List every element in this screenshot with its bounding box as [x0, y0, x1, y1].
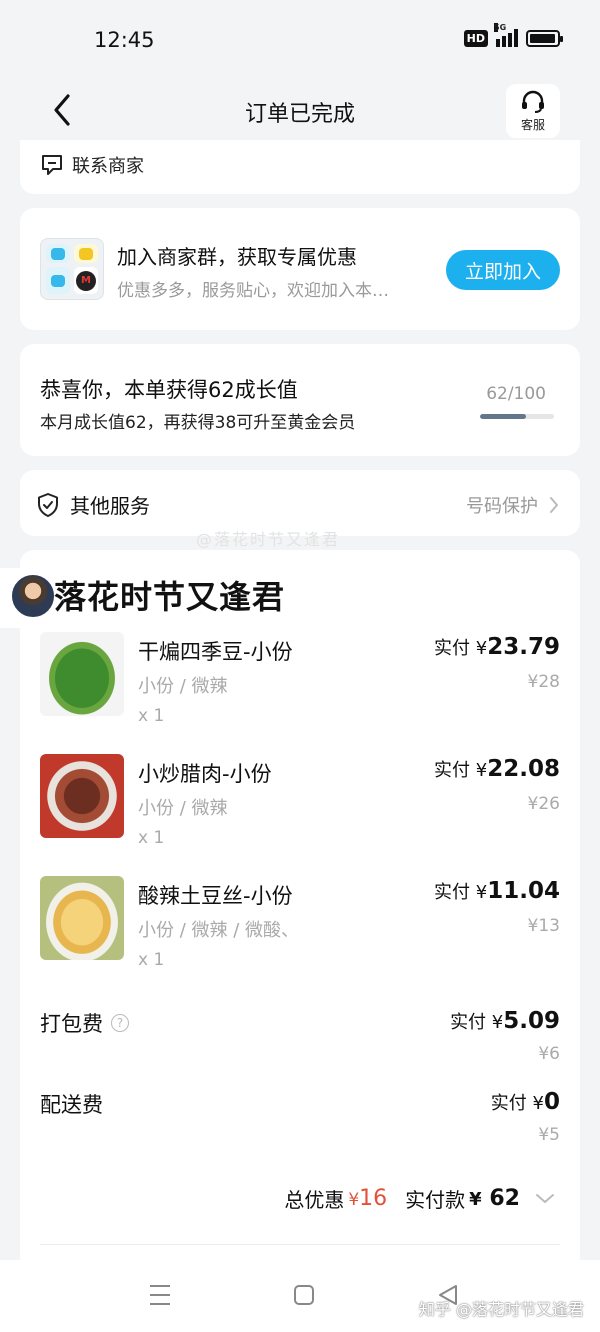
shield-check-icon — [38, 492, 58, 517]
divider — [40, 1244, 560, 1245]
item-original-price: ¥13 — [527, 916, 560, 936]
growth-progress-bar — [480, 414, 554, 419]
item-original-price: ¥26 — [527, 794, 560, 814]
status-bar: 12:45 HD 5G — [0, 0, 600, 80]
other-service-left: 其他服务 — [36, 490, 150, 519]
headset-icon — [522, 90, 544, 113]
contact-merchant-button[interactable]: 联系商家 — [40, 152, 144, 178]
contact-merchant-card: 联系商家 — [20, 140, 580, 194]
item-spec: 小份 / 微辣 — [138, 676, 228, 697]
item-name: 干煸四季豆-小份 — [138, 640, 293, 664]
chat-icon — [42, 155, 62, 175]
item-paid-price: 实付 ¥11.04 — [434, 878, 560, 904]
fee-label: 打包费 ? — [40, 1008, 129, 1038]
customer-service-button[interactable]: 客服 — [506, 84, 560, 138]
order-total-row[interactable]: 总优惠 ¥16 实付款 ¥ 62 — [284, 1184, 556, 1213]
item-quantity: x 1 — [138, 950, 165, 970]
battery-icon — [526, 29, 563, 47]
join-group-button[interactable]: 立即加入 — [446, 250, 560, 290]
item-paid-price: 实付 ¥22.08 — [434, 756, 560, 782]
fee-original-price: ¥6 — [538, 1044, 560, 1064]
author-avatar — [10, 573, 56, 619]
number-protection-label: 号码保护 — [466, 496, 538, 517]
packaging-fee-row: 打包费 ? 实付 ¥5.09 ¥6 — [40, 1008, 560, 1078]
contact-merchant-label: 联系商家 — [72, 156, 144, 177]
home-icon[interactable] — [292, 1282, 316, 1308]
help-icon[interactable]: ? — [111, 1014, 129, 1032]
menu-icon[interactable] — [148, 1282, 172, 1308]
growth-subtitle: 本月成长值62，再获得38可升至黄金会员 — [40, 413, 356, 433]
customer-service-label: 客服 — [520, 117, 545, 132]
corner-watermark: 知乎 @落花时节又逢君 — [418, 1300, 584, 1319]
growth-title: 恭喜你，本单获得62成长值 — [40, 378, 298, 402]
fee-paid-price: 实付 ¥5.09 — [450, 1008, 560, 1034]
other-service-label: 其他服务 — [70, 494, 150, 518]
group-subtitle: 优惠多多，服务贴心，欢迎加入本… — [117, 281, 389, 301]
top-nav: 订单已完成 客服 — [0, 80, 600, 144]
growth-progress-fill — [480, 414, 526, 419]
group-avatar-tile — [46, 244, 70, 263]
item-original-price: ¥28 — [527, 672, 560, 692]
fee-original-price: ¥5 — [538, 1125, 560, 1145]
item-photo — [40, 632, 124, 716]
battery-level — [530, 33, 555, 43]
status-icons: HD 5G — [463, 23, 563, 47]
author-name: 落花时节又逢君 — [54, 578, 286, 616]
order-item[interactable]: 干煸四季豆-小份 小份 / 微辣 x 1 实付 ¥23.79 ¥28 — [40, 632, 560, 732]
chevron-down-icon — [536, 1193, 554, 1203]
signal-icon: 5G — [494, 23, 518, 47]
group-avatar-tile: M — [74, 267, 98, 294]
group-avatar-tile — [46, 267, 70, 294]
number-protection-link[interactable]: 号码保护 — [466, 492, 560, 518]
fee-label: 配送费 — [40, 1093, 103, 1117]
item-quantity: x 1 — [138, 706, 165, 726]
total-discount-value: ¥16 — [348, 1186, 388, 1211]
item-spec: 小份 / 微辣 — [138, 798, 228, 819]
growth-progress-text: 62/100 — [486, 384, 546, 404]
item-quantity: x 1 — [138, 828, 165, 848]
order-item[interactable]: 小炒腊肉-小份 小份 / 微辣 x 1 实付 ¥22.08 ¥26 — [40, 754, 560, 854]
item-paid-price: 实付 ¥23.79 — [434, 634, 560, 660]
fee-paid-price: 实付 ¥0 — [490, 1089, 560, 1115]
item-photo — [40, 876, 124, 960]
total-discount-label: 总优惠 — [284, 1188, 345, 1212]
chevron-right-icon — [550, 497, 558, 513]
hd-icon: HD — [463, 29, 488, 47]
faint-watermark: @落花时节又逢君 — [196, 530, 341, 549]
growth-card[interactable]: 恭喜你，本单获得62成长值 本月成长值62，再获得38可升至黄金会员 62/10… — [20, 344, 580, 456]
total-paid-label: 实付款 — [405, 1188, 466, 1212]
status-time: 12:45 — [94, 28, 155, 52]
merchant-group-card[interactable]: M 加入商家群，获取专属优惠 优惠多多，服务贴心，欢迎加入本… 立即加入 — [20, 208, 580, 330]
group-avatar-tile — [74, 244, 98, 263]
item-name: 酸辣土豆丝-小份 — [138, 884, 293, 908]
group-logo: M — [40, 238, 104, 300]
item-name: 小炒腊肉-小份 — [138, 762, 272, 786]
total-paid-value: ¥ 62 — [469, 1186, 520, 1211]
item-spec: 小份 / 微辣 / 微酸、 — [138, 920, 300, 941]
item-photo — [40, 754, 124, 838]
group-title: 加入商家群，获取专属优惠 — [117, 245, 357, 269]
delivery-fee-row: 配送费 实付 ¥0 ¥5 — [40, 1089, 560, 1159]
order-item[interactable]: 酸辣土豆丝-小份 小份 / 微辣 / 微酸、 x 1 实付 ¥11.04 ¥13 — [40, 876, 560, 976]
network-type: 5G — [494, 23, 507, 32]
